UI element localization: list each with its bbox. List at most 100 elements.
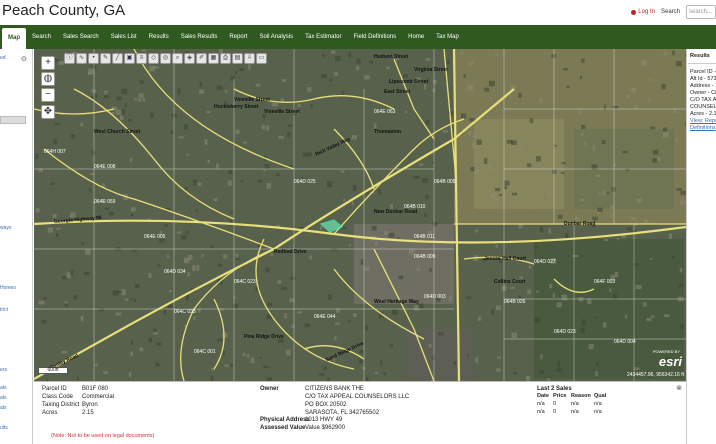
select-icon[interactable]: ▣: [124, 53, 135, 64]
left-panel-link[interactable]: ers: [0, 367, 7, 373]
field-area: [404, 329, 474, 381]
sales-cell: n/a: [571, 401, 579, 407]
nav-item-soil-analysis[interactable]: Soil Analysis: [253, 25, 299, 49]
map-view[interactable]: Hudson Street Virginia Street Lipscomb Str…: [34, 49, 686, 381]
pen-icon[interactable]: ✐: [196, 53, 207, 64]
search-input[interactable]: search...: [686, 5, 716, 19]
terrain-texture: [644, 218, 649, 225]
nav-item-tax-estimator[interactable]: Tax Estimator: [299, 25, 347, 49]
street-label: West Heritage Way: [374, 299, 419, 305]
nav-item-sales-search[interactable]: Sales Search: [57, 25, 105, 49]
terrain-texture: [38, 300, 45, 305]
search-icon[interactable]: ⌕: [172, 53, 183, 64]
terrain-texture: [612, 105, 619, 109]
left-panel-link[interactable]: ways: [0, 225, 11, 231]
terrain-texture: [631, 217, 637, 221]
terrain-texture: [116, 96, 122, 101]
left-panel-link[interactable]: Homes: [0, 285, 16, 291]
draw-icon[interactable]: ✎: [100, 53, 111, 64]
terrain-texture: [210, 245, 213, 249]
point-icon[interactable]: •: [88, 53, 99, 64]
terrain-texture: [579, 75, 583, 80]
terrain-texture: [597, 211, 600, 215]
terrain-texture: [91, 89, 97, 93]
terrain-texture: [425, 194, 429, 200]
terrain-texture: [246, 353, 250, 358]
parcel-label: 064D 027: [534, 259, 556, 265]
left-panel-link[interactable]: ults: [0, 425, 8, 431]
login-link[interactable]: Log In: [631, 9, 655, 15]
nav-item-sales-results[interactable]: Sales Results: [175, 25, 224, 49]
globe-icon[interactable]: ◍: [41, 72, 55, 86]
close-icon[interactable]: ⊗: [676, 384, 682, 392]
left-panel-link[interactable]: ats: [0, 405, 7, 411]
terrain-texture: [636, 198, 643, 203]
terrain-texture: [597, 207, 603, 212]
nav-item-sales-list[interactable]: Sales List: [105, 25, 143, 49]
terrain-texture: [128, 371, 132, 378]
terrain-texture: [494, 187, 501, 192]
terrain-texture: [418, 303, 424, 309]
info-icon[interactable]: ⓘ: [64, 53, 75, 64]
zoom-out-button[interactable]: −: [41, 88, 55, 102]
terrain-texture: [133, 298, 137, 302]
terrain-texture: [580, 327, 585, 334]
aerial-map[interactable]: [34, 49, 686, 381]
left-panel-link[interactable]: ats: [0, 395, 7, 401]
street-label: Hudson Street: [374, 54, 409, 60]
terrain-texture: [375, 371, 379, 375]
zoom-in-button[interactable]: +: [41, 56, 55, 70]
panel-close-icon[interactable]: ⊙: [21, 55, 27, 63]
results-link[interactable]: View: Repo: [690, 118, 716, 124]
terrain-texture: [613, 293, 617, 300]
nav-item-results[interactable]: Results: [143, 25, 175, 49]
terrain-texture: [467, 85, 474, 91]
parcel-label: 064D 003: [424, 294, 446, 300]
parcel-field-value: 2.15: [82, 410, 94, 416]
terrain-texture: [607, 191, 610, 195]
results-link[interactable]: Definitions: [690, 125, 716, 131]
terrain-texture: [218, 263, 223, 268]
export-icon[interactable]: ⇩: [244, 53, 255, 64]
save-icon[interactable]: ▭: [256, 53, 267, 64]
locate-icon[interactable]: ✥: [41, 105, 55, 119]
results-line: Owner - Ci: [690, 90, 716, 96]
terrain-texture: [626, 94, 631, 98]
nav-item-report[interactable]: Report: [223, 25, 253, 49]
terrain-texture: [610, 205, 614, 210]
terrain-texture: [495, 53, 499, 56]
terrain-texture: [679, 200, 686, 205]
terrain-texture: [115, 109, 122, 116]
terrain-texture: [228, 169, 233, 175]
street-label: East Street: [384, 89, 411, 95]
terrain-texture: [285, 349, 291, 356]
print-icon[interactable]: ⎙: [220, 53, 231, 64]
nav-item-search[interactable]: Search: [26, 25, 57, 49]
terrain-texture: [652, 158, 658, 163]
nav-item-map[interactable]: Map: [2, 28, 26, 49]
terrain-texture: [56, 227, 61, 230]
area-icon[interactable]: ◇: [148, 53, 159, 64]
panel-scroll-bar[interactable]: [0, 116, 26, 124]
left-panel-link[interactable]: ats: [0, 385, 7, 391]
layers-icon[interactable]: ≡: [136, 53, 147, 64]
nav-item-tax-map[interactable]: Tax Map: [430, 25, 465, 49]
table-icon[interactable]: ▦: [208, 53, 219, 64]
terrain-texture: [258, 179, 263, 183]
terrain-texture: [528, 265, 532, 269]
buffer-icon[interactable]: ◎: [160, 53, 171, 64]
legend-icon[interactable]: ▤: [232, 53, 243, 64]
terrain-texture: [418, 163, 424, 166]
identify-icon[interactable]: ◈: [184, 53, 195, 64]
terrain-texture: [609, 288, 612, 293]
terrain-texture: [55, 232, 59, 238]
left-panel-link[interactable]: ed: [0, 55, 6, 61]
nav-item-home[interactable]: Home: [402, 25, 430, 49]
terrain-texture: [447, 59, 450, 65]
measure-icon[interactable]: ∿: [76, 53, 87, 64]
nav-item-field-definitions[interactable]: Field Definitions: [347, 25, 402, 49]
terrain-texture: [266, 183, 272, 189]
left-panel-link[interactable]: trict: [0, 307, 8, 313]
terrain-texture: [373, 123, 377, 129]
line-icon[interactable]: ╱: [112, 53, 123, 64]
